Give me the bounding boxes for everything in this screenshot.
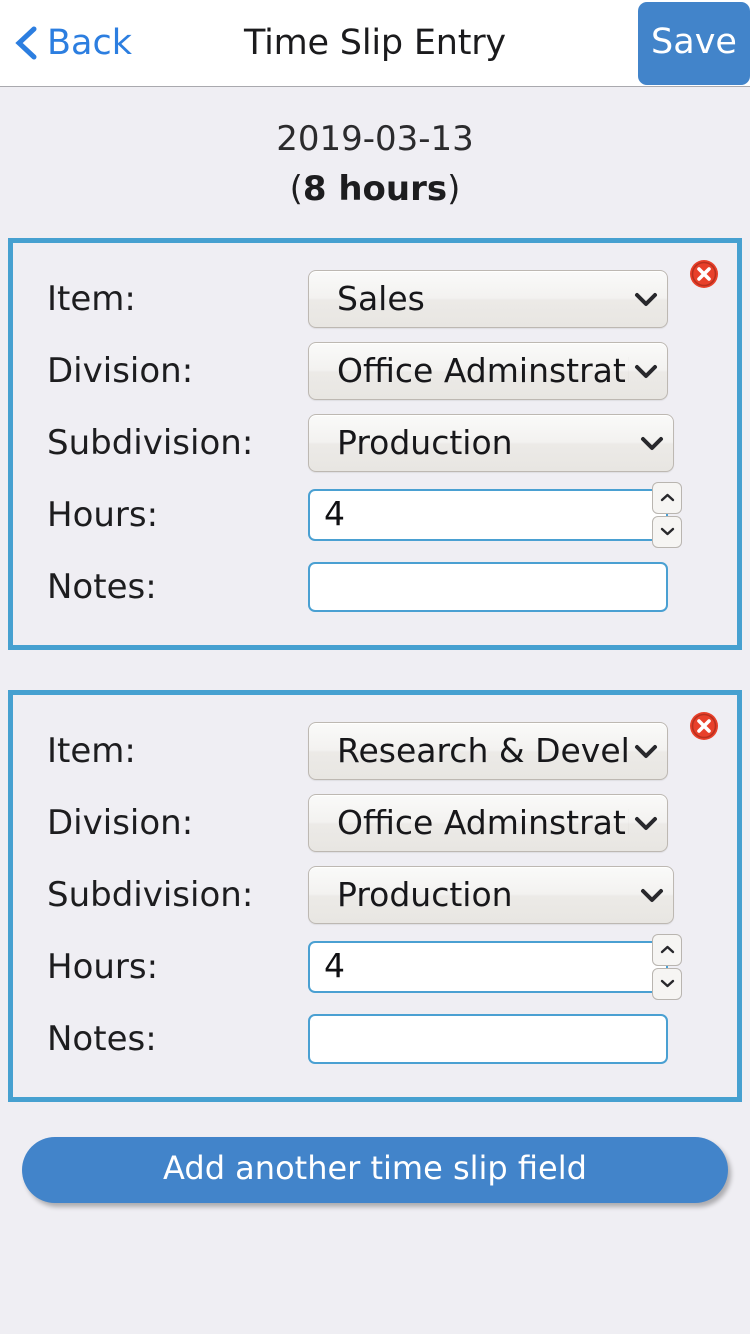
hours-decrement-button[interactable] (652, 967, 682, 1000)
hours-input[interactable] (308, 940, 668, 993)
division-field-row: Division: Office Adminstration (35, 335, 715, 407)
item-select[interactable]: Sales (308, 269, 668, 328)
subdivision-select[interactable]: Production (308, 865, 674, 924)
hours-label: Hours: (47, 494, 159, 535)
subdivision-select-value: Production (337, 426, 513, 460)
chevron-down-icon (641, 888, 663, 902)
item-field-row: Item: Research & Development (35, 715, 715, 787)
add-slip-section: Add another time slip field (0, 1102, 750, 1203)
subdivision-select[interactable]: Production (308, 413, 674, 472)
add-time-slip-button[interactable]: Add another time slip field (22, 1136, 728, 1203)
chevron-down-icon (635, 816, 657, 830)
division-select[interactable]: Office Adminstration (308, 793, 668, 852)
time-slip-card: Item: Research & Development Division: O… (8, 689, 742, 1102)
chevron-down-icon (635, 744, 657, 758)
notes-label: Notes: (47, 1018, 157, 1059)
subdivision-label: Subdivision: (47, 874, 254, 915)
item-field-row: Item: Sales (35, 263, 715, 335)
hours-field-row: Hours: (35, 479, 715, 551)
item-select-value: Research & Development (337, 734, 629, 768)
division-select[interactable]: Office Adminstration (308, 341, 668, 400)
chevron-left-icon (15, 26, 37, 60)
chevron-up-icon (660, 946, 674, 954)
division-label: Division: (47, 802, 194, 843)
notes-label: Notes: (47, 566, 157, 607)
subdivision-label: Subdivision: (47, 422, 254, 463)
chevron-down-icon (660, 980, 674, 988)
chevron-down-icon (641, 436, 663, 450)
division-field-row: Division: Office Adminstration (35, 787, 715, 859)
time-slip-list: Item: Sales Division: Office Adminstrati… (0, 237, 750, 1102)
total-hours-close-paren: ) (447, 168, 461, 209)
back-button-label: Back (47, 22, 132, 63)
hours-increment-button[interactable] (652, 481, 682, 514)
item-select[interactable]: Research & Development (308, 721, 668, 780)
chevron-down-icon (635, 292, 657, 306)
notes-field-row: Notes: (35, 551, 715, 623)
total-hours-open-paren: ( (289, 168, 303, 209)
item-label: Item: (47, 730, 136, 771)
date-summary: 2019-03-13 (8 hours) (0, 87, 750, 213)
chevron-down-icon (635, 364, 657, 378)
hours-field-row: Hours: (35, 931, 715, 1003)
subdivision-field-row: Subdivision: Production (35, 407, 715, 479)
notes-field-row: Notes: (35, 1003, 715, 1075)
slip-date: 2019-03-13 (276, 119, 474, 159)
back-button[interactable]: Back (0, 22, 132, 63)
chevron-up-icon (660, 494, 674, 502)
division-label: Division: (47, 350, 194, 391)
item-select-value: Sales (337, 282, 425, 316)
subdivision-field-row: Subdivision: Production (35, 859, 715, 931)
hours-stepper[interactable] (652, 933, 682, 1000)
notes-input[interactable] (308, 1013, 668, 1064)
subdivision-select-value: Production (337, 878, 513, 912)
division-select-value: Office Adminstration (337, 354, 629, 388)
total-hours-value: 8 hours (302, 168, 448, 209)
hours-increment-button[interactable] (652, 933, 682, 966)
item-label: Item: (47, 278, 136, 319)
division-select-value: Office Adminstration (337, 806, 629, 840)
chevron-down-icon (660, 528, 674, 536)
total-hours: (8 hours) (0, 167, 750, 213)
hours-label: Hours: (47, 946, 159, 987)
hours-stepper[interactable] (652, 481, 682, 548)
time-slip-card: Item: Sales Division: Office Adminstrati… (8, 237, 742, 650)
hours-decrement-button[interactable] (652, 515, 682, 548)
notes-input[interactable] (308, 561, 668, 612)
save-button[interactable]: Save (638, 2, 750, 85)
navigation-bar: Back Time Slip Entry Save (0, 0, 750, 87)
hours-input[interactable] (308, 488, 668, 541)
